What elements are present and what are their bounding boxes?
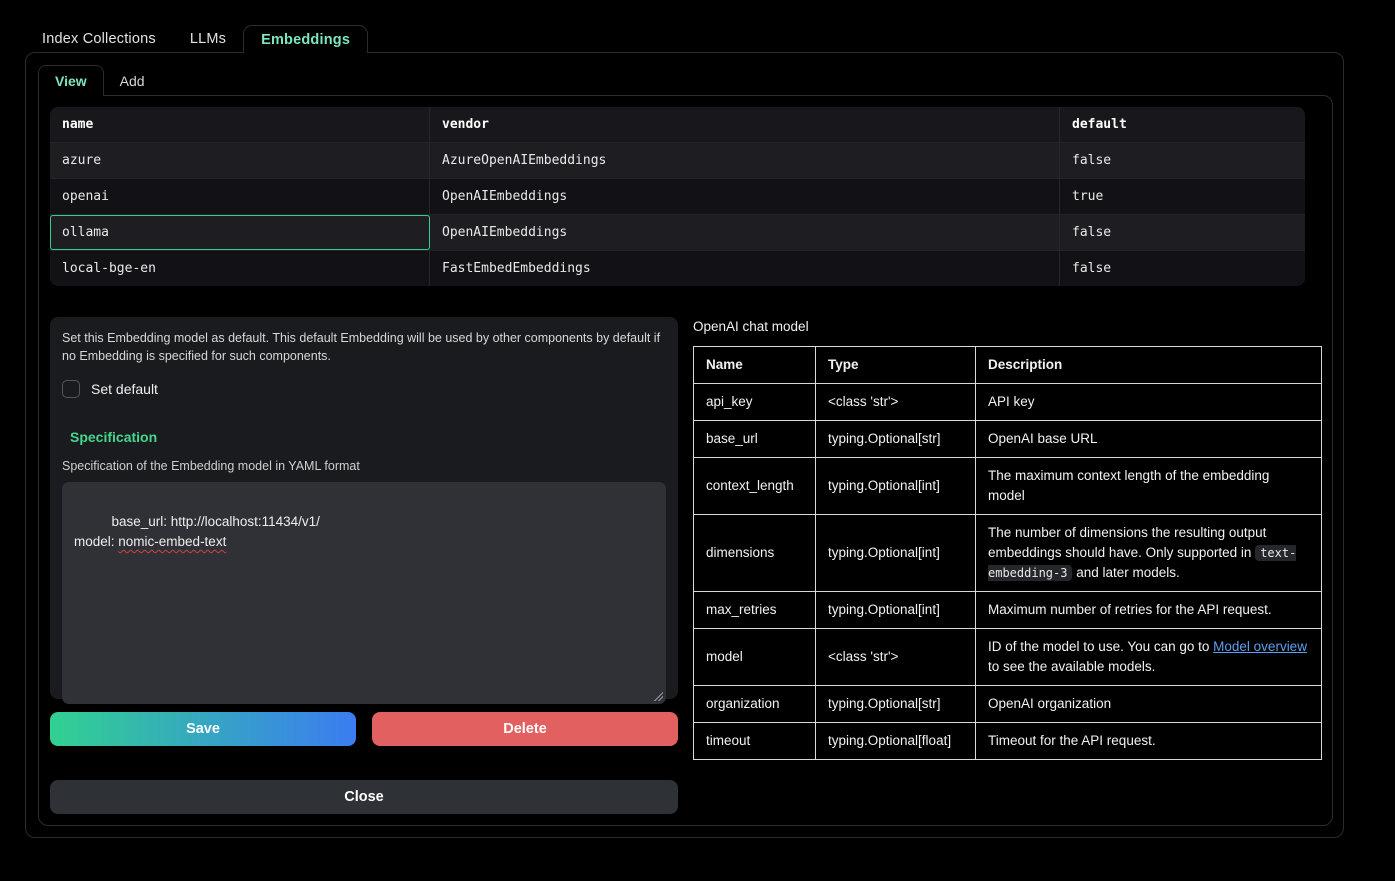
tab-embeddings[interactable]: Embeddings — [243, 25, 368, 53]
param-type: <class 'str'> — [816, 384, 976, 421]
details-column-name: Name — [694, 347, 816, 384]
param-name: timeout — [694, 723, 816, 760]
details-row-api_key: api_key<class 'str'>API key — [694, 384, 1322, 421]
param-description: The number of dimensions the resulting o… — [976, 515, 1322, 592]
param-name: context_length — [694, 458, 816, 515]
misspelled-text: nomic-embed-text — [118, 534, 226, 549]
view-tab-panel: name vendor default azureAzureOpenAIEmbe… — [38, 95, 1333, 826]
cell-name[interactable]: ollama — [50, 215, 430, 250]
param-type: typing.Optional[int] — [816, 515, 976, 592]
close-button[interactable]: Close — [50, 780, 678, 814]
param-type: typing.Optional[int] — [816, 458, 976, 515]
param-name: base_url — [694, 421, 816, 458]
specification-caption: Specification of the Embedding model in … — [62, 459, 666, 473]
cell-default[interactable]: false — [1060, 143, 1305, 178]
set-default-checkbox[interactable] — [62, 380, 80, 398]
param-description: Timeout for the API request. — [976, 723, 1322, 760]
column-header-name: name — [50, 107, 430, 142]
code-chip: text-embedding-3 — [988, 545, 1296, 581]
details-header-row: Name Type Description — [694, 347, 1322, 384]
param-description: API key — [976, 384, 1322, 421]
delete-button[interactable]: Delete — [372, 712, 678, 746]
cell-name[interactable]: openai — [50, 179, 430, 214]
embeddings-table-header: name vendor default — [50, 107, 1305, 143]
config-panel: Set this Embedding model as default. Thi… — [50, 317, 678, 699]
details-row-base_url: base_urltyping.Optional[str]OpenAI base … — [694, 421, 1322, 458]
param-type: <class 'str'> — [816, 629, 976, 686]
embedding-row-local-bge-en[interactable]: local-bge-enFastEmbedEmbeddingsfalse — [50, 251, 1305, 286]
details-row-max_retries: max_retriestyping.Optional[int]Maximum n… — [694, 592, 1322, 629]
details-row-timeout: timeouttyping.Optional[float]Timeout for… — [694, 723, 1322, 760]
param-description: Maximum number of retries for the API re… — [976, 592, 1322, 629]
cell-name[interactable]: local-bge-en — [50, 251, 430, 286]
details-column: OpenAI chat model Name Type Description … — [693, 319, 1322, 760]
param-type: typing.Optional[int] — [816, 592, 976, 629]
param-description: OpenAI base URL — [976, 421, 1322, 458]
embedding-row-azure[interactable]: azureAzureOpenAIEmbeddingsfalse — [50, 143, 1305, 179]
details-column-description: Description — [976, 347, 1322, 384]
embeddings-table-body: azureAzureOpenAIEmbeddingsfalseopenaiOpe… — [50, 143, 1305, 286]
embedding-row-ollama[interactable]: ollamaOpenAIEmbeddingsfalse — [50, 215, 1305, 251]
param-type: typing.Optional[float] — [816, 723, 976, 760]
cell-vendor[interactable]: OpenAIEmbeddings — [430, 215, 1060, 250]
editor-column: Set this Embedding model as default. Thi… — [50, 317, 678, 814]
param-description: OpenAI organization — [976, 686, 1322, 723]
details-column-type: Type — [816, 347, 976, 384]
model-overview-link[interactable]: Model overview — [1213, 639, 1307, 654]
cell-vendor[interactable]: AzureOpenAIEmbeddings — [430, 143, 1060, 178]
param-type: typing.Optional[str] — [816, 686, 976, 723]
details-row-model: model<class 'str'>ID of the model to use… — [694, 629, 1322, 686]
cell-default[interactable]: false — [1060, 251, 1305, 286]
cell-name[interactable]: azure — [50, 143, 430, 178]
details-row-dimensions: dimensionstyping.Optional[int]The number… — [694, 515, 1322, 592]
embeddings-tab-panel: View Add name vendor default azureAzureO… — [25, 52, 1344, 838]
sub-tab-bar: View Add — [38, 65, 161, 96]
action-button-row: Save Delete — [50, 712, 678, 746]
param-name: api_key — [694, 384, 816, 421]
yaml-editor[interactable]: base_url: http://localhost:11434/v1/ mod… — [62, 482, 666, 704]
resize-handle[interactable] — [653, 691, 663, 701]
param-description: ID of the model to use. You can go to Mo… — [976, 629, 1322, 686]
embedding-row-openai[interactable]: openaiOpenAIEmbeddingstrue — [50, 179, 1305, 215]
save-button[interactable]: Save — [50, 712, 356, 746]
param-name: organization — [694, 686, 816, 723]
subtab-view[interactable]: View — [38, 65, 104, 96]
details-row-context_length: context_lengthtyping.Optional[int]The ma… — [694, 458, 1322, 515]
param-description: The maximum context length of the embedd… — [976, 458, 1322, 515]
column-header-default: default — [1060, 107, 1305, 142]
details-title: OpenAI chat model — [693, 319, 1322, 334]
main-tab-bar: Index Collections LLMs Embeddings — [25, 25, 368, 53]
tab-index-collections[interactable]: Index Collections — [25, 25, 173, 53]
default-help-text: Set this Embedding model as default. Thi… — [62, 329, 662, 365]
embeddings-table: name vendor default azureAzureOpenAIEmbe… — [50, 107, 1305, 286]
details-row-organization: organizationtyping.Optional[str]OpenAI o… — [694, 686, 1322, 723]
set-default-row: Set default — [62, 379, 666, 399]
subtab-add[interactable]: Add — [104, 65, 161, 96]
set-default-label: Set default — [91, 381, 158, 397]
param-type: typing.Optional[str] — [816, 421, 976, 458]
cell-vendor[interactable]: FastEmbedEmbeddings — [430, 251, 1060, 286]
param-name: dimensions — [694, 515, 816, 592]
cell-default[interactable]: true — [1060, 179, 1305, 214]
cell-vendor[interactable]: OpenAIEmbeddings — [430, 179, 1060, 214]
cell-default[interactable]: false — [1060, 215, 1305, 250]
param-name: model — [694, 629, 816, 686]
specification-heading: Specification — [70, 429, 666, 445]
column-header-vendor: vendor — [430, 107, 1060, 142]
details-table: Name Type Description api_key<class 'str… — [693, 346, 1322, 760]
param-name: max_retries — [694, 592, 816, 629]
tab-llms[interactable]: LLMs — [173, 25, 243, 53]
